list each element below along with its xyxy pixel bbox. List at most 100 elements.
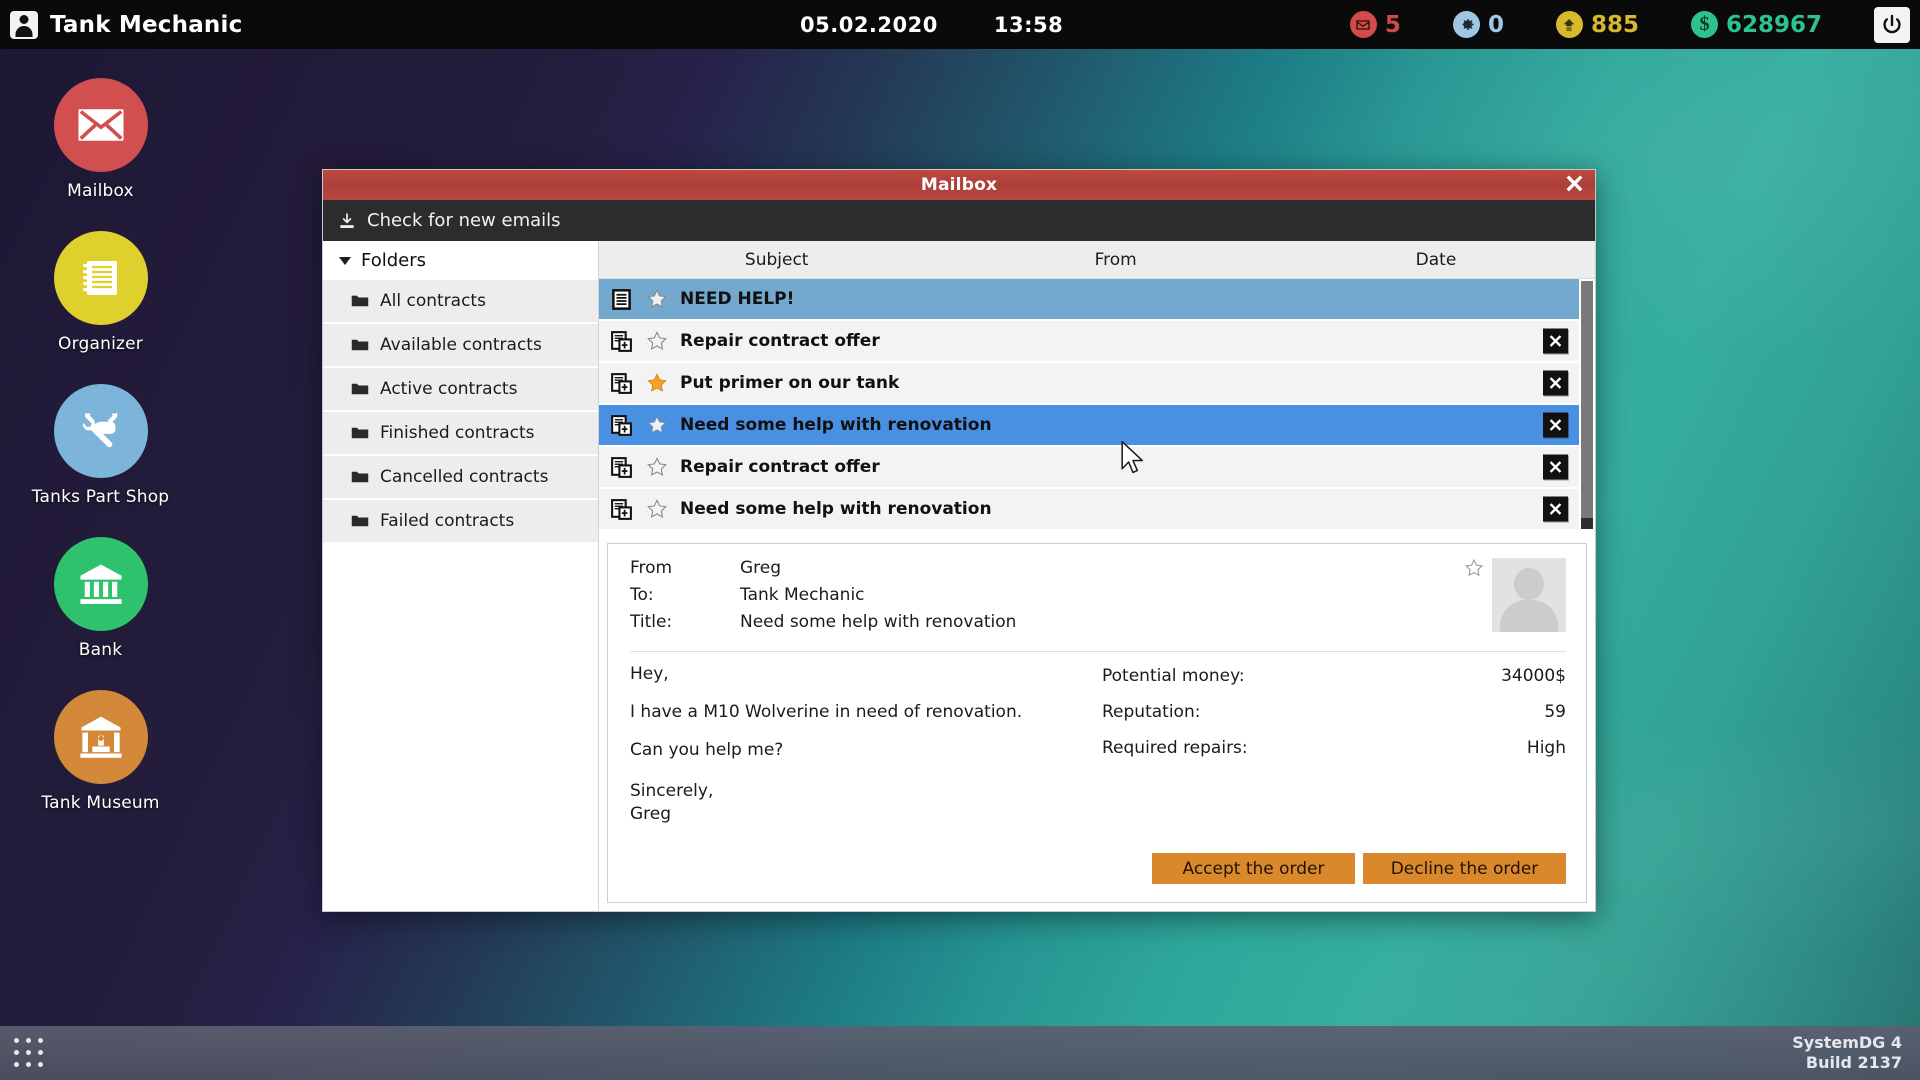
email-row[interactable]: Need some help with renovation — [599, 405, 1579, 447]
mailbox-body: Folders All contracts Available contract… — [323, 241, 1595, 911]
contract-stat-label: Required repairs: — [1102, 738, 1248, 758]
reputation-icon — [1555, 11, 1583, 38]
email-row[interactable]: Need some help with renovation — [599, 489, 1579, 531]
email-subject: Put primer on our tank — [680, 373, 900, 393]
email-list-wrapper: NEED HELP! Repair contract offer Put pri… — [599, 279, 1595, 537]
mailbox-titlebar: Mailbox ✕ — [323, 170, 1595, 200]
message-signoff: Sincerely, — [630, 781, 714, 801]
stat-money[interactable]: $ 628967 — [1690, 11, 1822, 38]
apps-grid-icon[interactable] — [14, 1037, 45, 1069]
sidebar-item-active-contracts[interactable]: Active contracts — [323, 368, 598, 412]
decline-order-button[interactable]: Decline the order — [1363, 853, 1566, 884]
stat-repairs-value: 0 — [1487, 11, 1504, 38]
desktop-icon-organizer[interactable]: Organizer — [21, 231, 181, 354]
contact-avatar-icon — [1492, 558, 1566, 632]
current-time: 13:58 — [993, 12, 1064, 37]
message-signature: Greg — [630, 803, 672, 824]
mailbox-main-pane: Subject From Date NEED HELP! Repair cont… — [599, 241, 1595, 911]
email-row[interactable]: Put primer on our tank — [599, 363, 1579, 405]
stat-mail[interactable]: 5 — [1349, 11, 1401, 38]
sidebar-item-label: All contracts — [380, 291, 486, 311]
scrollbar-thumb[interactable] — [1581, 281, 1593, 518]
contract-stat-row: Potential money: 34000$ — [1102, 666, 1566, 686]
folder-icon — [351, 471, 369, 483]
sidebar-item-failed-contracts[interactable]: Failed contracts — [323, 500, 598, 544]
close-x-icon[interactable] — [1543, 328, 1568, 354]
contract-stat-row: Required repairs: High — [1102, 738, 1566, 758]
star-outline-icon[interactable] — [1464, 558, 1484, 578]
column-header-from[interactable]: From — [954, 250, 1277, 270]
email-row[interactable]: Repair contract offer — [599, 447, 1579, 489]
star-outline-icon[interactable] — [646, 330, 668, 352]
email-row[interactable]: NEED HELP! — [599, 279, 1579, 321]
close-icon[interactable]: ✕ — [1564, 172, 1585, 198]
chevron-down-icon — [339, 256, 351, 265]
folders-header[interactable]: Folders — [323, 241, 598, 280]
user-avatar-icon — [10, 10, 38, 39]
contract-stats: Potential money: 34000$ Reputation: 59 R… — [1060, 666, 1566, 853]
taskbar: SystemDG 4 Build 2137 — [0, 1026, 1920, 1080]
column-header-subject[interactable]: Subject — [599, 250, 954, 270]
sidebar-item-cancelled-contracts[interactable]: Cancelled contracts — [323, 456, 598, 500]
check-new-emails-button[interactable]: Check for new emails — [367, 210, 561, 231]
email-detail-header: From Greg To: Tank Mechanic Title: Need … — [608, 544, 1586, 649]
mailbox-toolbar: Check for new emails — [323, 200, 1595, 241]
sidebar-item-available-contracts[interactable]: Available contracts — [323, 324, 598, 368]
close-x-icon[interactable] — [1543, 496, 1568, 522]
stat-repairs[interactable]: 0 — [1452, 11, 1504, 38]
stat-reputation[interactable]: 885 — [1555, 11, 1639, 38]
star-outline-icon[interactable] — [646, 288, 668, 310]
player-profile[interactable]: Tank Mechanic — [0, 10, 242, 39]
gear-icon — [1452, 11, 1480, 38]
email-row[interactable]: Repair contract offer — [599, 321, 1579, 363]
clock-area: 05.02.2020 13:58 — [800, 0, 1063, 49]
email-detail-pane: From Greg To: Tank Mechanic Title: Need … — [607, 543, 1587, 903]
email-subject: Repair contract offer — [680, 331, 880, 351]
document-add-icon — [609, 371, 634, 396]
contract-stat-row: Reputation: 59 — [1102, 702, 1566, 722]
desktop-icon-label: Tanks Part Shop — [31, 487, 170, 507]
desktop-icon-mailbox[interactable]: Mailbox — [21, 78, 181, 201]
desktop-icon-bank[interactable]: Bank — [21, 537, 181, 660]
email-to-row: To: Tank Mechanic — [630, 585, 1492, 605]
folder-icon — [351, 515, 369, 527]
sidebar-item-all-contracts[interactable]: All contracts — [323, 280, 598, 324]
sidebar-item-finished-contracts[interactable]: Finished contracts — [323, 412, 598, 456]
current-date: 05.02.2020 — [800, 12, 938, 37]
close-x-icon[interactable] — [1543, 454, 1568, 480]
download-icon — [340, 213, 354, 228]
desktop-icon-tank-museum[interactable]: Tank Museum — [21, 690, 181, 813]
star-outline-icon[interactable] — [646, 456, 668, 478]
system-build: Build 2137 — [1805, 1053, 1902, 1072]
mailbox-title: Mailbox — [920, 175, 998, 195]
close-x-icon[interactable] — [1543, 370, 1568, 396]
tank-wrench-icon — [53, 384, 148, 478]
email-list-scrollbar[interactable] — [1579, 279, 1595, 537]
document-add-icon — [609, 455, 634, 480]
sidebar-item-label: Finished contracts — [380, 423, 535, 443]
star-outline-icon[interactable] — [646, 498, 668, 520]
desktop-icon-list: Mailbox Organizer Tanks Part Shop Bank T… — [18, 78, 183, 813]
column-header-date[interactable]: Date — [1277, 250, 1595, 270]
desktop-icon-tanks-part-shop[interactable]: Tanks Part Shop — [21, 384, 181, 507]
accept-order-button[interactable]: Accept the order — [1152, 853, 1355, 884]
email-from-row: From Greg — [630, 558, 1492, 578]
power-button[interactable] — [1874, 6, 1910, 43]
message-greeting: Hey, — [630, 664, 669, 684]
email-action-buttons: Accept the order Decline the order — [608, 853, 1586, 902]
email-message-text: Hey, I have a M10 Wolverine in need of r… — [630, 666, 1060, 853]
desktop-icon-label: Mailbox — [67, 181, 134, 201]
sidebar-item-label: Active contracts — [380, 379, 518, 399]
top-status-bar: Tank Mechanic 05.02.2020 13:58 5 0 885 $… — [0, 0, 1920, 49]
star-filled-icon[interactable] — [646, 372, 668, 394]
close-x-icon[interactable] — [1543, 412, 1568, 438]
desktop-icon-label: Bank — [78, 640, 123, 660]
system-version-info: SystemDG 4 Build 2137 — [1792, 1033, 1902, 1073]
scrollbar-down-button[interactable] — [1581, 518, 1593, 529]
power-icon — [1883, 14, 1901, 33]
email-from-value: Greg — [740, 558, 782, 578]
contract-stat-label: Potential money: — [1102, 666, 1245, 686]
email-to-value: Tank Mechanic — [740, 585, 865, 605]
star-outline-icon[interactable] — [646, 414, 668, 436]
system-name: SystemDG 4 — [1792, 1033, 1902, 1052]
